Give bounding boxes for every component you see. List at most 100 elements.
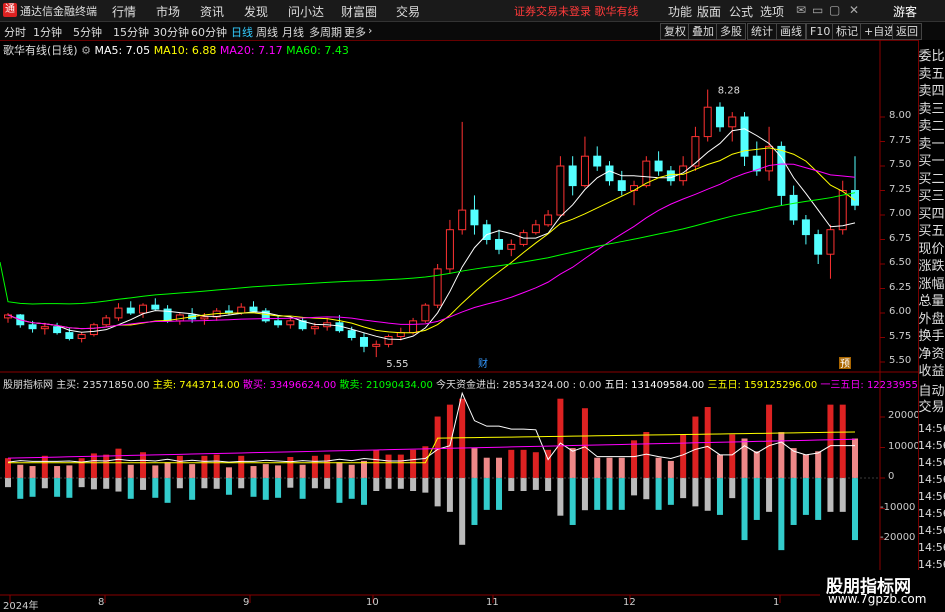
today-flow: 今天资金进出: 28534324.00 [436, 380, 570, 391]
quote-panel-label[interactable]: 委比 [918, 45, 945, 64]
flow-bar-negative [643, 478, 650, 500]
finance-marker: 财 [478, 357, 488, 370]
flow-bar-positive [520, 449, 527, 478]
quote-panel-label[interactable]: 卖四 [918, 80, 945, 99]
flow-bar-negative [5, 478, 11, 488]
flow-bar-negative [741, 478, 748, 541]
flow-bar-positive [78, 458, 85, 478]
quote-panel-label[interactable]: 交易 [918, 396, 945, 415]
flow-bar-negative [311, 478, 318, 489]
quote-panel-label[interactable]: 买一 [918, 150, 945, 169]
flow-bar-negative [753, 478, 760, 520]
flow-bar-positive [741, 438, 748, 478]
flow-bar-negative [90, 478, 97, 490]
date-tick-label: 1 [773, 597, 780, 608]
quote-panel-label[interactable]: 卖三 [918, 98, 945, 117]
candle-body [102, 317, 111, 326]
flow-bar-positive [532, 452, 539, 478]
flow-bar-positive [778, 432, 785, 478]
flow-bar-negative [557, 478, 564, 516]
flow-bar-negative [680, 478, 687, 499]
candle-body [237, 306, 246, 314]
flow-bar-negative [594, 478, 601, 510]
flow-bar-negative [459, 478, 466, 545]
flow-bar-positive [115, 448, 122, 478]
flow-bar-negative [692, 478, 699, 507]
price-tick-label: 8.00 [889, 110, 912, 121]
flow-bar-negative [508, 478, 515, 491]
flow-bar-positive [410, 449, 417, 478]
quote-panel-label[interactable]: 卖一 [918, 133, 945, 152]
candle-body [801, 219, 810, 236]
zero-value: : 0.00 [572, 380, 602, 391]
ma10-line [7, 147, 856, 334]
flow-bar-positive [164, 462, 171, 478]
flow-bar-negative [631, 478, 638, 496]
trade-time-label: 14:56 [918, 456, 945, 469]
flow-bar-positive [213, 454, 220, 478]
quote-panel-label[interactable]: 买二 [918, 168, 945, 187]
candle-body [531, 224, 540, 234]
flow-bar-negative [348, 478, 355, 499]
flow-bar-negative [434, 478, 441, 507]
candle-body [126, 307, 135, 314]
flow-bar-negative [115, 478, 122, 492]
candle-body [89, 324, 98, 336]
candle-body [274, 320, 283, 326]
flow-bar-negative [275, 478, 282, 498]
flow-bar-negative [778, 478, 785, 551]
flow-bar-negative [189, 478, 196, 500]
quote-panel-label[interactable]: 外盘 [918, 308, 945, 327]
flow-bar-positive [581, 408, 588, 478]
flow-bar-positive [790, 448, 797, 478]
quote-panel-label[interactable]: 涨幅 [918, 273, 945, 292]
flow-bar-positive [189, 464, 196, 478]
quote-panel-label[interactable]: 换手 [918, 325, 945, 344]
quote-panel-label[interactable]: 涨跌 [918, 255, 945, 274]
quote-panel-label[interactable]: 卖二 [918, 115, 945, 134]
flow-bar-negative [140, 478, 147, 490]
flow-bar-negative [385, 478, 392, 489]
quote-panel-label[interactable]: 净资 [918, 343, 945, 362]
flow-bar-positive [716, 454, 723, 478]
flow-bar-positive [606, 457, 613, 478]
candle-body [814, 234, 823, 255]
flow-bar-positive [262, 464, 269, 478]
date-tick-label: 2024年 [3, 601, 39, 612]
flow-bar-positive [360, 460, 367, 478]
price-chart[interactable]: 8.28 5.55 财 预 [0, 0, 945, 609]
flow-bar-negative [324, 478, 331, 489]
main-sell: 主卖: 7443714.00 [152, 380, 240, 391]
candle-body [544, 214, 553, 226]
quote-panel-label[interactable]: 现价 [918, 238, 945, 257]
quote-panel-label[interactable]: 卖五 [918, 63, 945, 82]
flow-bar-negative [29, 478, 36, 497]
candle-body [605, 165, 614, 182]
flow-bar-negative [790, 478, 797, 525]
flow-bar-positive [729, 434, 736, 478]
date-tick-label: 12 [623, 597, 636, 608]
quote-panel-label[interactable]: 总量 [918, 290, 945, 309]
flow-bar-positive [373, 449, 380, 478]
flow-bar-positive [29, 466, 36, 478]
trade-time-label: 14:56 [918, 473, 945, 486]
flow-bar-positive [692, 416, 699, 478]
candle-body [789, 194, 798, 221]
flow-bar-negative [766, 478, 773, 512]
flow-bar-positive [827, 404, 834, 478]
indicator-tick-label: -20000 [880, 532, 916, 543]
trade-time-label: 14:56 [918, 439, 945, 452]
flow-bar-positive [140, 452, 147, 478]
quote-panel-label[interactable]: 收益 [918, 360, 945, 379]
candle-body [765, 145, 774, 172]
quote-panel-label[interactable]: 买三 [918, 185, 945, 204]
quote-panel-label[interactable]: 买四 [918, 203, 945, 222]
flow-bar-negative [152, 478, 159, 498]
quote-panel-label[interactable]: 买五 [918, 220, 945, 239]
flow-bar-positive [802, 454, 809, 478]
trade-time-label: 14:56 [918, 541, 945, 554]
flow-bar-positive [176, 455, 183, 478]
candle-body [568, 165, 577, 187]
retail-sell: 散卖: 21090434.00 [339, 380, 433, 391]
flow-bar-positive [66, 465, 73, 478]
